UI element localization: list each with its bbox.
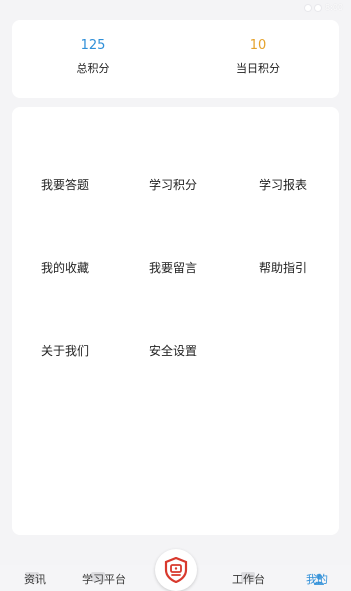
tab-news[interactable]: 资讯 xyxy=(24,573,46,587)
menu-card: 我要答题 学习积分 学习报表 我的收藏 我要留言 帮助指引 关于我们 安全设置 xyxy=(12,107,339,535)
menu-item-about-us[interactable]: 关于我们 xyxy=(41,343,89,359)
total-score-value: 125 xyxy=(80,38,106,53)
score-card: 125 总积分 10 当日积分 xyxy=(12,20,339,98)
today-score-label: 当日积分 xyxy=(236,62,280,75)
status-bar: 8:00 xyxy=(0,0,351,14)
total-score: 125 总积分 xyxy=(33,36,153,76)
menu-item-study-points[interactable]: 学习积分 xyxy=(149,177,197,193)
person-icon xyxy=(314,573,324,585)
wifi-icon xyxy=(305,4,312,11)
menu-item-study-report[interactable]: 学习报表 xyxy=(259,177,307,193)
today-score: 10 当日积分 xyxy=(198,36,318,76)
status-time: 8:00 xyxy=(325,3,343,12)
today-score-value: 10 xyxy=(249,38,267,53)
total-score-label: 总积分 xyxy=(76,62,110,75)
status-icons: 8:00 xyxy=(305,3,343,12)
center-button[interactable] xyxy=(155,549,197,591)
app-screen: 8:00 125 总积分 10 当日积分 我要答题 学习积分 学习报表 我的收藏… xyxy=(0,0,351,591)
menu-item-answer[interactable]: 我要答题 xyxy=(41,177,89,193)
menu-item-leave-message[interactable]: 我要留言 xyxy=(149,260,197,276)
signal-icon xyxy=(315,4,322,11)
menu-item-favorites[interactable]: 我的收藏 xyxy=(41,260,89,276)
tab-workbench[interactable]: 工作台 xyxy=(232,573,265,587)
menu-item-security[interactable]: 安全设置 xyxy=(149,343,197,359)
shield-badge-icon xyxy=(164,557,188,583)
menu-item-help[interactable]: 帮助指引 xyxy=(259,260,307,276)
tab-study-platform[interactable]: 学习平台 xyxy=(82,573,126,587)
